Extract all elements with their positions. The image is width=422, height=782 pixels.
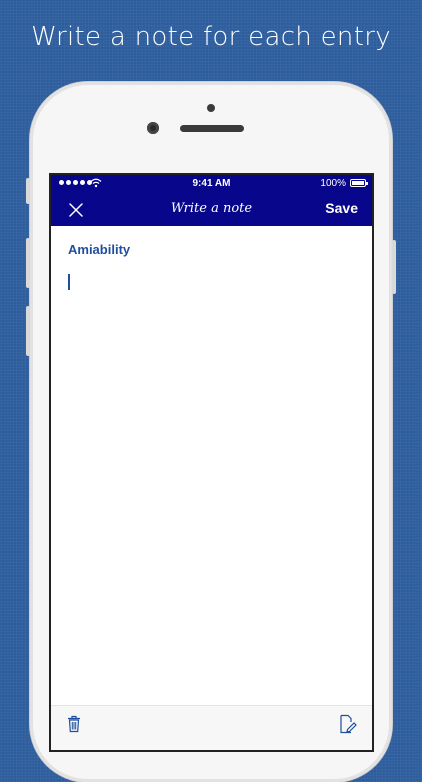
app-screen: 9:41 AM 100% Write a note Save Amiabilit… (51, 175, 372, 750)
navigation-bar: 9:41 AM 100% Write a note Save (51, 175, 372, 226)
headline: Write a note for each entry (31, 22, 391, 52)
save-button[interactable]: Save (325, 200, 358, 216)
earpiece-speaker (180, 125, 244, 132)
note-text-field[interactable] (66, 271, 360, 695)
bottom-toolbar (51, 705, 372, 750)
nav-title: Write a note (170, 201, 253, 216)
front-camera (147, 122, 159, 134)
trash-icon[interactable] (67, 715, 81, 733)
entry-title: Amiability (68, 242, 131, 257)
power-button (392, 240, 396, 294)
proximity-sensor (207, 104, 215, 112)
text-cursor (68, 274, 70, 290)
mute-switch (26, 178, 30, 204)
volume-down-button (26, 306, 30, 356)
volume-up-button (26, 238, 30, 288)
edit-note-icon[interactable] (339, 714, 357, 734)
status-bar: 9:41 AM 100% (51, 175, 372, 193)
battery-icon (350, 179, 368, 187)
battery-percentage: 100% (320, 178, 346, 189)
